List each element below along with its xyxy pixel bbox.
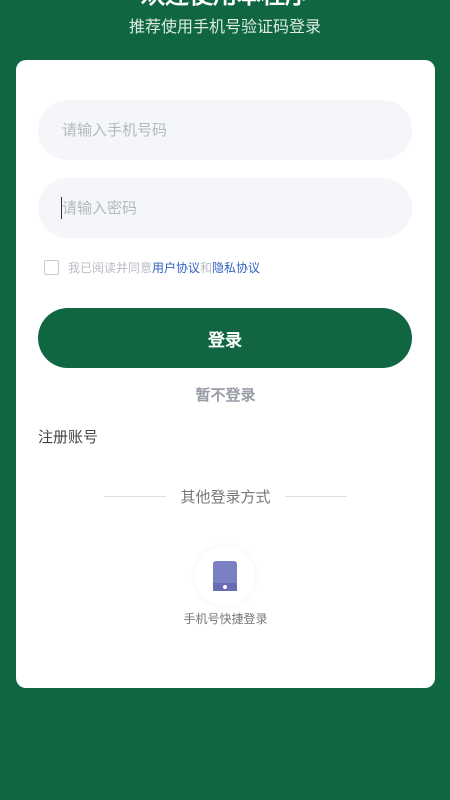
skip-login-button[interactable]: 暂不登录 [16, 384, 435, 405]
login-button[interactable]: 登录 [38, 308, 412, 368]
login-subtitle: 推荐使用手机号验证码登录 [128, 17, 321, 36]
agreement-prefix: 我已阅读并同意 [68, 261, 153, 275]
text-caret [61, 197, 62, 219]
phone-input[interactable] [62, 121, 382, 139]
agreement-row: 我已阅读并同意 用户协议 和 隐私协议 [44, 259, 260, 276]
other-login-divider: 其他登录方式 [16, 486, 435, 507]
password-input[interactable] [62, 199, 382, 217]
register-link[interactable]: 注册账号 [38, 426, 98, 447]
phone-icon [213, 561, 237, 591]
password-field-wrapper [38, 178, 412, 238]
divider-line-right [284, 496, 347, 497]
agreement-and: 和 [200, 261, 213, 275]
agreement-checkbox[interactable] [44, 260, 59, 275]
divider-line-left [104, 496, 167, 497]
privacy-policy-link[interactable]: 隐私协议 [212, 259, 260, 276]
phone-quick-login-label: 手机号快捷登录 [183, 612, 268, 626]
user-agreement-link[interactable]: 用户协议 [152, 259, 200, 276]
login-card: 我已阅读并同意 用户协议 和 隐私协议 登录 暂不登录 注册账号 其他登录方式 … [16, 60, 435, 688]
other-login-title: 其他登录方式 [180, 488, 271, 506]
phone-quick-login-button[interactable] [195, 546, 255, 606]
welcome-title: 欢迎使用本程序 [0, 0, 450, 10]
phone-field-wrapper [38, 100, 412, 160]
